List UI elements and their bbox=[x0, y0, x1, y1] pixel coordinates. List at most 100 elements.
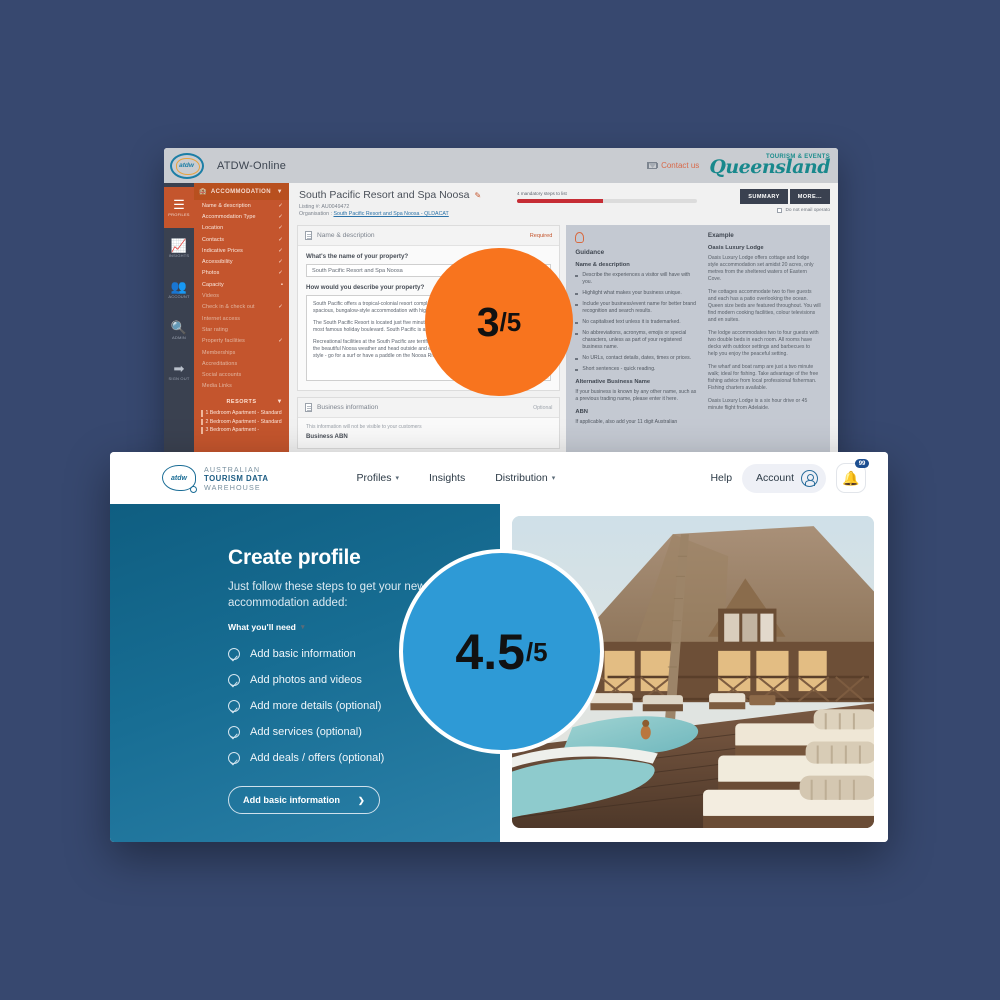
brand-mark-text: atdw bbox=[171, 474, 187, 482]
progress-track bbox=[517, 198, 697, 203]
contact-us-link[interactable]: Contact us bbox=[647, 161, 699, 170]
menu-item-profiles[interactable]: Profiles ▾ bbox=[356, 472, 399, 484]
example-paragraph: Oasis Luxury Lodge is a six hour drive o… bbox=[707, 398, 808, 411]
add-basic-information-button[interactable]: Add basic information ❯ bbox=[228, 786, 380, 814]
nav-item[interactable]: Videos bbox=[194, 290, 289, 301]
checkbox-icon[interactable] bbox=[777, 208, 783, 213]
people-icon: 👥 bbox=[170, 279, 188, 294]
nav-item[interactable]: Accessibility ✓ bbox=[194, 256, 289, 267]
nav-item[interactable]: Photos ✓ bbox=[194, 268, 289, 279]
menu-item-insights[interactable]: Insights bbox=[429, 472, 465, 484]
nav-item[interactable]: Location ✓ bbox=[194, 223, 289, 234]
nav-item-label: Memberships bbox=[202, 349, 236, 356]
resort-marker bbox=[201, 427, 203, 434]
chevron-down-icon: ▾ bbox=[300, 624, 305, 631]
top-navigation: atdw AUSTRALIAN TOURISM DATA WAREHOUSE P… bbox=[110, 452, 888, 504]
chevron-down-icon: ▼ bbox=[276, 188, 283, 195]
document-icon bbox=[305, 403, 312, 412]
rail-label-profiles: PROFILES bbox=[168, 212, 190, 217]
contact-us-label: Contact us bbox=[661, 161, 700, 170]
account-button[interactable]: Account bbox=[742, 463, 826, 493]
nav-item-label: Photos bbox=[202, 270, 220, 277]
atdw-brand-logo[interactable]: atdw AUSTRALIAN TOURISM DATA WAREHOUSE bbox=[162, 465, 268, 493]
nav-header[interactable]: 🏨 ACCOMMODATION ▼ bbox=[194, 183, 289, 200]
nav-item-label: Videos bbox=[202, 293, 219, 300]
example-column: Example Oasis Luxury Lodge Oasis Luxury … bbox=[708, 232, 821, 450]
main-menu: Profiles ▾ Insights Distribution ▾ bbox=[356, 472, 555, 484]
nav-item-label: Capacity bbox=[202, 281, 224, 288]
accommodation-icon: 🏨 bbox=[199, 189, 207, 195]
card-title: Name & description bbox=[317, 232, 375, 239]
chevron-down-icon: ▾ bbox=[551, 475, 556, 482]
nav-item-label: Indicative Prices bbox=[202, 247, 243, 254]
edit-pencil-icon[interactable]: ✎ bbox=[474, 191, 481, 200]
window-title: ATDW-Online bbox=[217, 159, 287, 172]
check-circle-icon bbox=[228, 648, 240, 660]
menu-item-distribution[interactable]: Distribution ▾ bbox=[495, 472, 555, 484]
checklist-item-label: Add services (optional) bbox=[250, 726, 362, 738]
nav-item[interactable]: Capacity ▪ bbox=[194, 279, 289, 290]
checklist-item-label: Add photos and videos bbox=[250, 674, 362, 686]
nav-header-label: ACCOMMODATION bbox=[210, 188, 271, 195]
card-header: Business information Optional bbox=[298, 398, 560, 418]
rail-item-admin[interactable]: 🔍 ADMIN bbox=[164, 310, 194, 351]
resort-item-label: 1 Bedroom Apartment - Standard bbox=[205, 410, 282, 417]
do-not-email-label: Do not email operato bbox=[785, 208, 830, 213]
nav-item[interactable]: Name & description ✓ bbox=[194, 200, 289, 211]
rail-item-account[interactable]: 👥 ACCOUNT bbox=[164, 269, 194, 310]
nav-item[interactable]: Media Links bbox=[194, 381, 289, 392]
nav-item[interactable]: Social accounts bbox=[194, 369, 289, 380]
rail-item-insights[interactable]: 📈 INSIGHTS bbox=[164, 228, 194, 269]
nav-item[interactable]: Internet access bbox=[194, 313, 289, 324]
chevron-down-icon: ▼ bbox=[276, 399, 283, 406]
example-paragraph: The wharf and boat ramp are just a two m… bbox=[707, 364, 819, 391]
nav-list: Name & description ✓ Accommodation Type ✓ Lo… bbox=[194, 200, 289, 392]
rail-item-signout[interactable]: ➡ SIGN OUT bbox=[164, 351, 194, 392]
envelope-icon bbox=[647, 162, 658, 169]
nav-item[interactable]: Check in & check out ✓ bbox=[194, 302, 289, 313]
resort-item[interactable]: 2 Bedroom Apartment - Standard bbox=[194, 418, 289, 427]
nav-item[interactable]: Star rating bbox=[194, 324, 289, 335]
dot-icon: ▪ bbox=[280, 281, 283, 288]
resorts-header-label: RESORTS bbox=[226, 399, 257, 406]
search-icon: 🔍 bbox=[170, 320, 188, 335]
organisation-link[interactable]: South Pacific Resort and Spa Noosa - QLD… bbox=[333, 211, 448, 217]
business-note: This information will not be visible to … bbox=[306, 424, 422, 430]
example-paragraph: Oasis Luxury Lodge offers cottage and lo… bbox=[707, 255, 814, 282]
guidance-bullets: Describe the experiences a visitor will … bbox=[575, 272, 698, 373]
nav-item[interactable]: Indicative Prices ✓ bbox=[194, 245, 289, 256]
nav-item[interactable]: Property facilities ✓ bbox=[194, 336, 289, 347]
resort-item-label: 3 Bedroom Apartment - bbox=[205, 427, 260, 434]
summary-button[interactable]: SUMMARY bbox=[740, 189, 788, 204]
checklist-item[interactable]: Add deals / offers (optional) bbox=[228, 752, 500, 764]
orange-score-value: 3 bbox=[476, 298, 500, 345]
chevron-right-icon: ❯ bbox=[358, 795, 365, 805]
progress-section: 4 mandatory steps to list bbox=[517, 191, 697, 203]
nav-item[interactable]: Accreditations bbox=[194, 358, 289, 369]
resorts-header[interactable]: RESORTS ▼ bbox=[194, 392, 289, 409]
resort-item[interactable]: 3 Bedroom Apartment - bbox=[194, 426, 289, 435]
cta-label: Add basic information bbox=[243, 795, 340, 805]
user-avatar-icon bbox=[801, 469, 818, 487]
nav-item-label: Location bbox=[202, 225, 224, 232]
nav-item[interactable]: Memberships bbox=[194, 347, 289, 358]
lightbulb-icon bbox=[575, 232, 585, 243]
more-button[interactable]: MORE... bbox=[789, 189, 830, 204]
nav-item[interactable]: Accommodation Type ✓ bbox=[194, 211, 289, 222]
checklist-item-label: Add deals / offers (optional) bbox=[250, 752, 385, 764]
check-icon: ✓ bbox=[278, 213, 283, 220]
checklist-item-label: Add more details (optional) bbox=[250, 700, 382, 712]
rail-item-profiles[interactable]: ☰ PROFILES bbox=[164, 187, 194, 228]
check-icon: ✓ bbox=[278, 270, 283, 277]
listing-meta: Listing #: AU0049472 Organisation : Sout… bbox=[299, 204, 828, 218]
account-label: Account bbox=[756, 472, 794, 484]
nav-item-label: Property facilities bbox=[202, 338, 245, 345]
resort-item[interactable]: 1 Bedroom Apartment - Standard bbox=[194, 409, 289, 418]
guidance-bullet: No abbreviations, acronyms, emojis or sp… bbox=[575, 330, 698, 351]
nav-item[interactable]: Contacts ✓ bbox=[194, 234, 289, 245]
help-link[interactable]: Help bbox=[710, 472, 732, 484]
do-not-email-checkbox-row[interactable]: Do not email operato bbox=[777, 208, 830, 213]
top-bar-right: Contact us TOURISM & EVENTS Queensland bbox=[647, 148, 830, 183]
notifications-button[interactable]: 🔔 99 bbox=[836, 459, 869, 493]
header-buttons: SUMMARY MORE... bbox=[740, 189, 830, 204]
